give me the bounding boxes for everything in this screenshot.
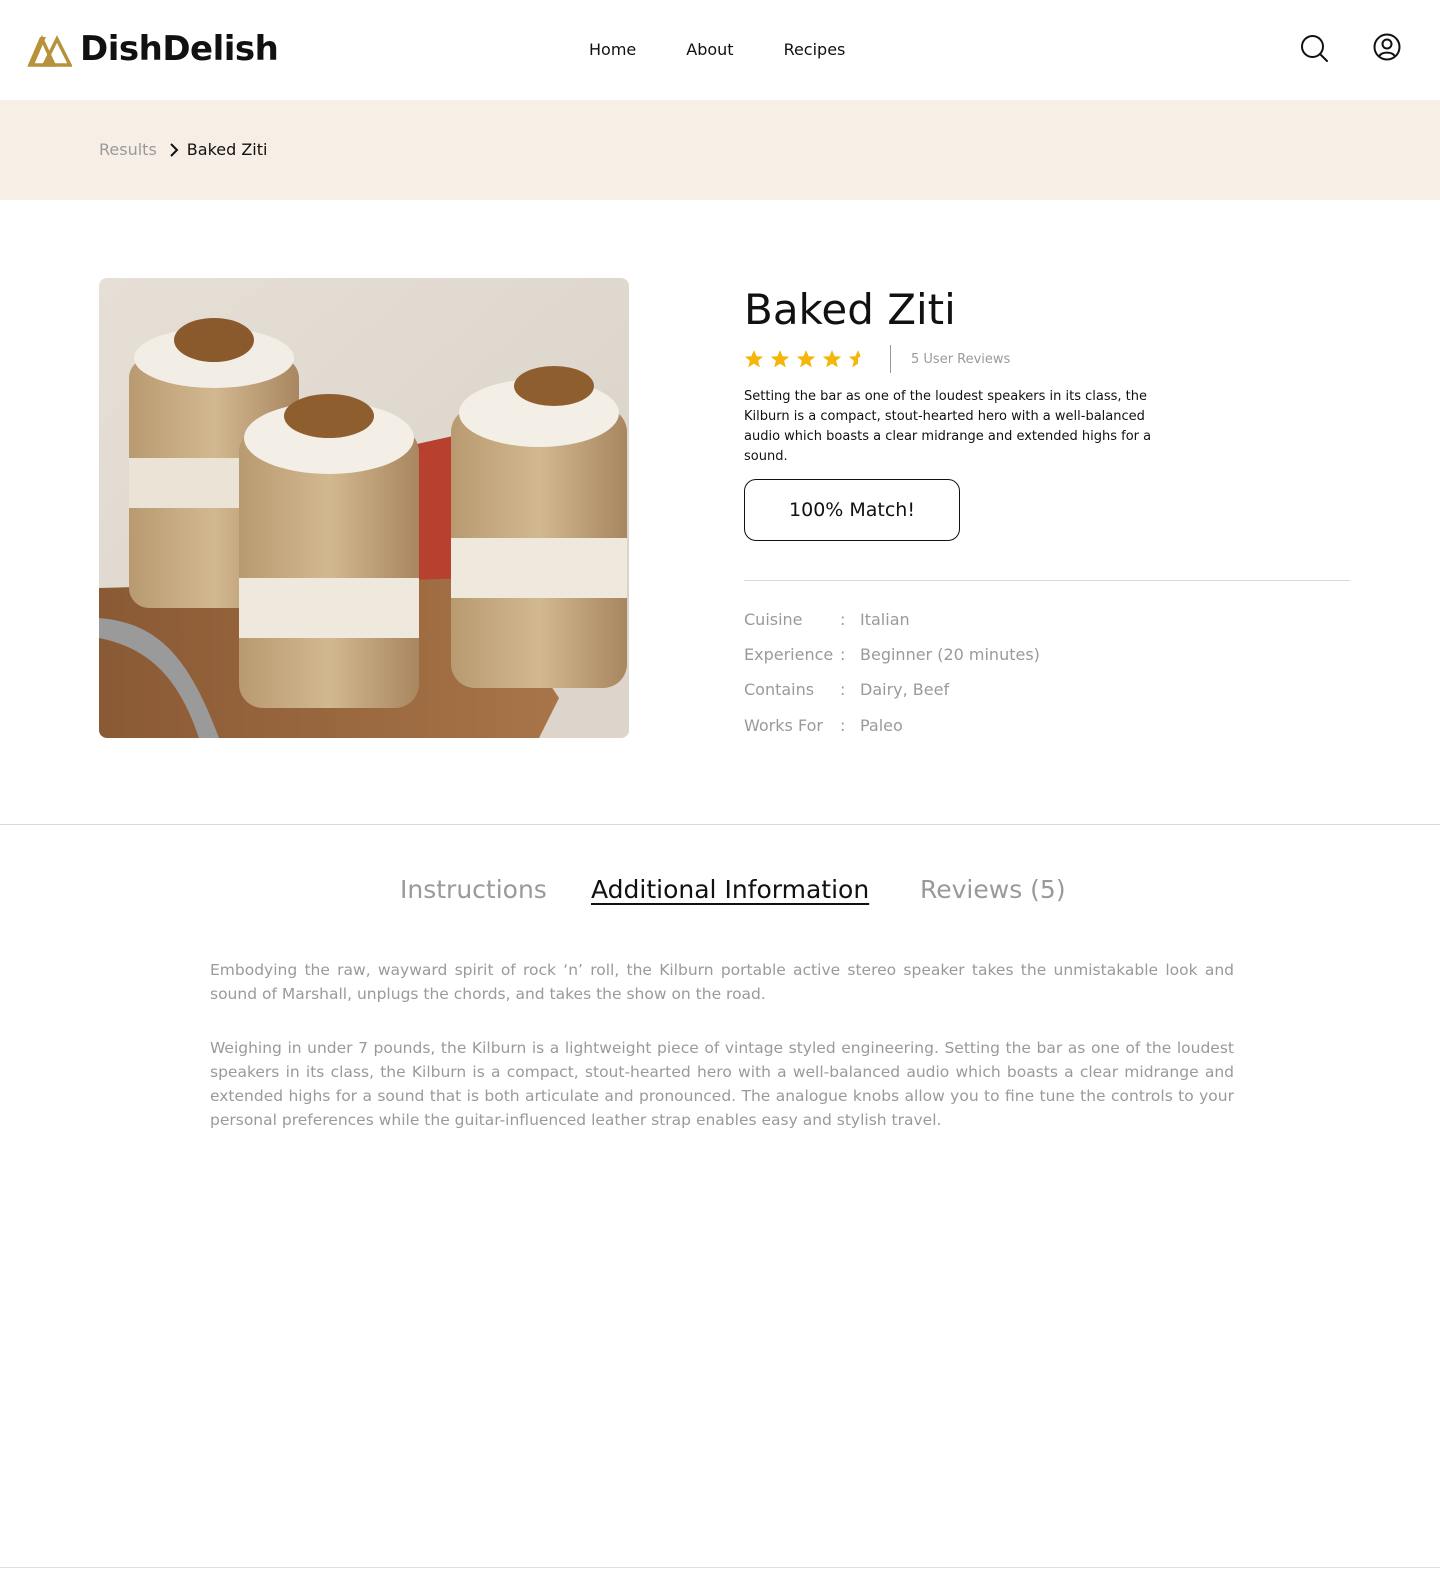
chevron-right-icon: [170, 143, 179, 157]
tab-reviews[interactable]: Reviews (5): [920, 872, 1066, 908]
info-paragraph: Embodying the raw, wayward spirit of roc…: [210, 961, 1234, 1003]
spec-value: Dairy, Beef: [860, 680, 950, 699]
search-icon[interactable]: [1299, 33, 1329, 63]
divider: [744, 580, 1350, 581]
spec-value: Paleo: [860, 716, 903, 735]
spec-colon: :: [840, 610, 846, 629]
spec-colon: :: [840, 680, 846, 699]
spec-row-cuisine: Cuisine : Italian: [744, 608, 910, 632]
logo-mountain-icon: [27, 34, 72, 67]
recipe-description: Setting the bar as one of the loudest sp…: [744, 389, 1152, 464]
rating-row: 5 User Reviews: [744, 344, 1010, 374]
spec-row-works-for: Works For : Paleo: [744, 714, 903, 738]
recipe-title: Baked Ziti: [744, 285, 956, 334]
spec-value: Italian: [860, 610, 910, 629]
spec-row-contains: Contains : Dairy, Beef: [744, 678, 949, 702]
breadcrumb: Results Baked Ziti: [99, 138, 267, 162]
spec-key: Works For: [744, 716, 823, 735]
star-full-icon: [744, 350, 764, 368]
footer-divider: [0, 1567, 1440, 1568]
user-circle-icon[interactable]: [1372, 32, 1402, 62]
recipe-tabs: Instructions Additional Information Revi…: [0, 872, 1440, 912]
brand-logo[interactable]: DishDelish: [26, 29, 279, 69]
tab-additional-information[interactable]: Additional Information: [591, 872, 869, 908]
spec-key: Contains: [744, 680, 815, 699]
info-paragraph: Weighing in under 7 pounds, the Kilburn …: [210, 1039, 1234, 1129]
tab-instructions[interactable]: Instructions: [400, 872, 547, 908]
spec-key: Cuisine: [744, 610, 803, 629]
breadcrumb-current: Baked Ziti: [186, 140, 268, 159]
nav-item-recipes[interactable]: Recipes: [784, 38, 846, 62]
spec-key: Experience: [744, 645, 834, 664]
star-full-icon: [796, 350, 816, 368]
nav-item-about[interactable]: About: [686, 38, 733, 62]
star-full-icon: [822, 350, 842, 368]
reviews-count[interactable]: 5 User Reviews: [911, 352, 1010, 367]
spec-colon: :: [840, 645, 846, 664]
star-full-icon: [770, 350, 790, 368]
nav-item-home[interactable]: Home: [589, 38, 636, 62]
spec-colon: :: [840, 716, 846, 735]
spec-row-experience: Experience : Beginner (20 minutes): [744, 643, 1040, 667]
match-button[interactable]: 100% Match!: [744, 479, 960, 541]
brand-name: DishDelish: [80, 29, 279, 69]
recipe-image: [99, 278, 629, 738]
breadcrumb-results-link[interactable]: Results: [99, 138, 157, 162]
rating-divider: [890, 345, 891, 373]
spec-value: Beginner (20 minutes): [860, 645, 1040, 664]
breadcrumb-band: Results Baked Ziti: [0, 100, 1440, 200]
site-header: DishDelish Home About Recipes: [0, 0, 1440, 100]
main-nav: Home About Recipes: [589, 38, 895, 62]
star-half-icon: [848, 350, 861, 368]
section-divider: [0, 824, 1440, 825]
